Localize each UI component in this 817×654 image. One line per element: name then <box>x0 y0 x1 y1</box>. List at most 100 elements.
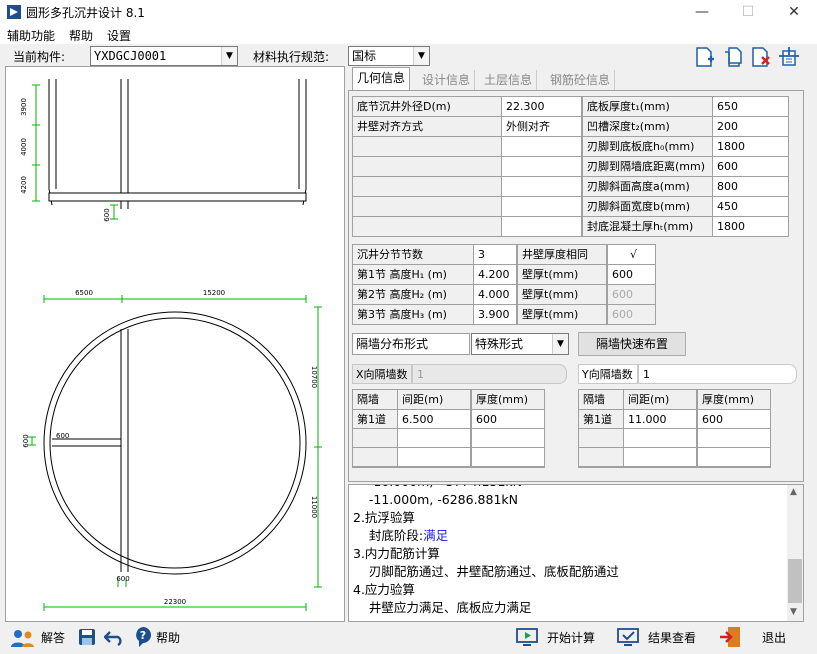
help-icon[interactable]: ? <box>134 626 152 648</box>
exit-button[interactable]: 退出 <box>762 628 786 648</box>
partition-cell <box>579 448 623 466</box>
geo-value[interactable]: 22.300 <box>502 97 581 116</box>
log-line-text: -10.000m, -5774.151kN <box>353 485 522 489</box>
help-button[interactable]: 帮助 <box>156 628 180 648</box>
section-cell[interactable]: 3.900 <box>474 305 516 324</box>
geo-label: 凹槽深度t₂(mm) <box>583 117 712 136</box>
plan-dim-right-lower: 11000 <box>310 496 318 518</box>
menu-settings[interactable]: 设置 <box>107 27 131 44</box>
scroll-up-icon[interactable]: ▲ <box>790 487 797 497</box>
partition-cell[interactable] <box>698 429 770 447</box>
delete-file-icon[interactable] <box>750 46 772 68</box>
log-line: -10.000m, -5774.151kN <box>353 485 783 491</box>
log-scrollbar[interactable]: ▲ ▼ <box>787 485 803 621</box>
chevron-down-icon[interactable]: ▼ <box>552 334 568 354</box>
partition-cell <box>353 429 397 447</box>
geo-value[interactable]: 1800 <box>713 217 788 236</box>
component-label: 当前构件: <box>13 50 66 64</box>
view-results-button[interactable]: 结果查看 <box>648 628 696 648</box>
geo-label: 底节沉井外径D(m) <box>353 97 501 116</box>
geo-value[interactable] <box>502 137 581 156</box>
partition-cell <box>579 429 623 447</box>
y-partition-count[interactable]: 1 <box>638 364 797 384</box>
partition-cell[interactable] <box>624 448 696 466</box>
chevron-down-icon[interactable]: ▼ <box>221 47 237 65</box>
tab-geometry[interactable]: 几何信息 <box>352 67 411 90</box>
log-line: 2.抗浮验算 <box>353 509 783 527</box>
geo-label: 封底混凝土厚hₜ(mm) <box>583 217 712 236</box>
partition-select[interactable]: 特殊形式 ▼ <box>471 333 569 355</box>
section-cell[interactable]: 600 <box>608 265 655 284</box>
chevron-down-icon[interactable]: ▼ <box>413 47 429 65</box>
log-line-text: 2.抗浮验算 <box>353 510 415 525</box>
partition-header-cell: 厚度(mm) <box>698 390 770 409</box>
geo-value[interactable] <box>502 177 581 196</box>
section-cell[interactable]: 600 <box>608 285 655 304</box>
component-select-value: YXDGCJ0001 <box>94 49 167 63</box>
partition-cell[interactable] <box>624 429 696 447</box>
geo-value[interactable]: 650 <box>713 97 788 116</box>
log-line: -11.000m, -6286.881kN <box>353 491 783 509</box>
result-log: -10.000m, -5774.151kN -11.000m, -6286.88… <box>348 484 804 622</box>
geo-label: 刃脚斜面宽度b(mm) <box>583 197 712 216</box>
partition-cell: 第1道 <box>353 410 397 428</box>
log-line-text: 4.应力验算 <box>353 582 415 597</box>
plan-dim-bottom: 22300 <box>164 598 186 606</box>
svg-text:?: ? <box>140 629 146 642</box>
geo-value[interactable]: 800 <box>713 177 788 196</box>
component-select[interactable]: YXDGCJ0001 ▼ <box>90 46 238 66</box>
partition-cell[interactable]: 600 <box>472 410 544 428</box>
tab-design[interactable]: 设计信息 <box>418 70 476 90</box>
sections-header-cell[interactable]: 3 <box>474 245 516 264</box>
close-button[interactable]: ✕ <box>771 0 817 24</box>
section-cell[interactable]: 600 <box>608 305 655 324</box>
undo-icon[interactable] <box>104 628 126 646</box>
caisson-drawing: 3900 4000 4200 600 6500 15200 10700 1100… <box>20 79 322 611</box>
monitor-play-icon[interactable] <box>516 627 538 647</box>
partition-cell[interactable] <box>472 448 544 466</box>
geo-value[interactable]: 外侧对齐 <box>502 117 581 136</box>
geo-value[interactable]: 200 <box>713 117 788 136</box>
quick-partition-button[interactable]: 隔墙快速布置 <box>578 332 686 356</box>
partition-cell[interactable] <box>472 429 544 447</box>
partition-cell[interactable]: 600 <box>698 410 770 428</box>
section-cell[interactable]: 4.200 <box>474 265 516 284</box>
scroll-thumb[interactable] <box>788 559 802 603</box>
menu-tools[interactable]: 辅助功能 <box>7 27 55 44</box>
elev-dim-2: 4000 <box>20 138 28 156</box>
tab-concrete[interactable]: 钢筋砼信息 <box>546 70 616 90</box>
answer-button[interactable]: 解答 <box>41 628 65 648</box>
minimize-button[interactable]: — <box>679 0 725 24</box>
x-partition-count[interactable]: 1 <box>412 364 567 384</box>
partition-cell[interactable]: 11.000 <box>624 410 696 428</box>
import-icon[interactable] <box>778 46 800 68</box>
section-cell: 壁厚t(mm) <box>518 285 606 304</box>
geo-value[interactable] <box>502 197 581 216</box>
partition-cell[interactable] <box>398 448 470 466</box>
maximize-button[interactable]: ☐ <box>725 0 771 24</box>
geo-value[interactable] <box>502 217 581 236</box>
section-cell[interactable]: 4.000 <box>474 285 516 304</box>
partition-cell[interactable]: 6.500 <box>398 410 470 428</box>
exit-door-icon[interactable] <box>719 626 741 648</box>
partition-cell[interactable] <box>698 448 770 466</box>
menu-help[interactable]: 帮助 <box>69 27 93 44</box>
tab-soil[interactable]: 土层信息 <box>480 70 538 90</box>
app-logo-icon <box>7 5 21 19</box>
sections-header-cell[interactable]: √ <box>608 245 655 264</box>
partition-cell[interactable] <box>398 429 470 447</box>
users-icon[interactable] <box>10 627 36 649</box>
save-icon[interactable] <box>78 628 96 646</box>
start-calc-button[interactable]: 开始计算 <box>547 628 595 648</box>
monitor-check-icon[interactable] <box>617 627 639 647</box>
geo-value[interactable]: 1800 <box>713 137 788 156</box>
log-line: 刃脚配筋通过、井壁配筋通过、底板配筋通过 <box>353 563 783 581</box>
geo-value[interactable]: 450 <box>713 197 788 216</box>
scroll-down-icon[interactable]: ▼ <box>790 607 797 617</box>
copy-file-icon[interactable] <box>722 46 744 68</box>
geo-value[interactable]: 600 <box>713 157 788 176</box>
elev-dim-1: 3900 <box>20 98 28 116</box>
add-file-icon[interactable] <box>694 46 716 68</box>
geo-value[interactable] <box>502 157 581 176</box>
standard-select[interactable]: 国标 ▼ <box>348 46 430 66</box>
